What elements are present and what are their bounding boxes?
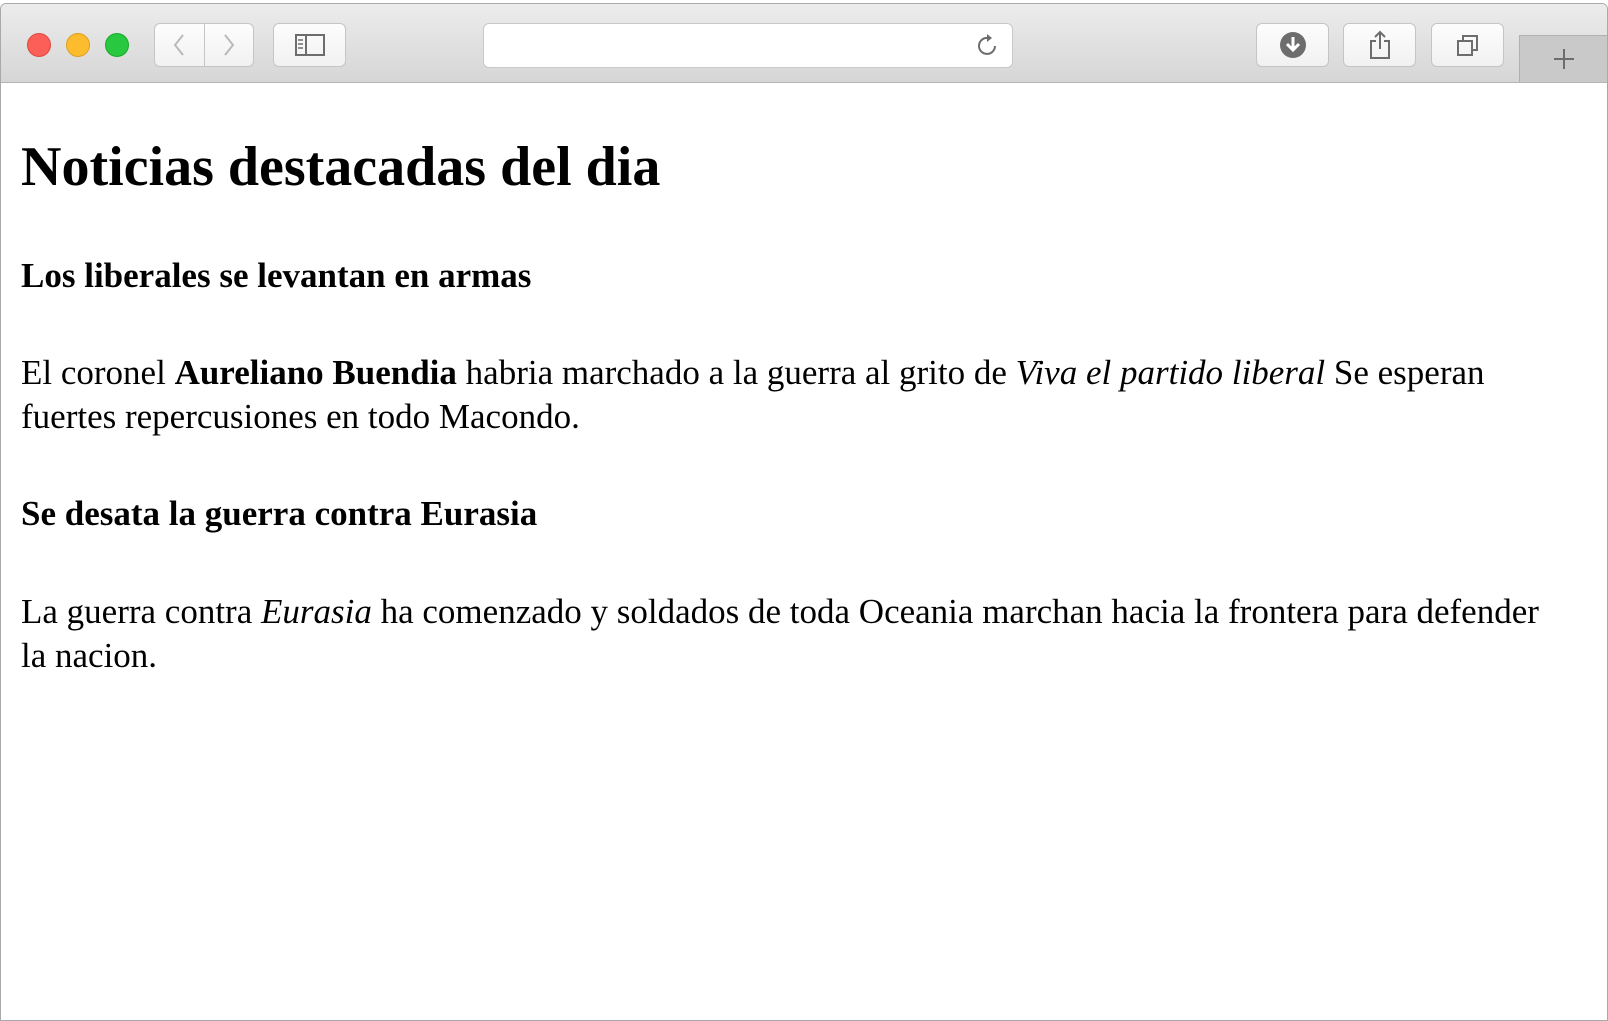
article-heading: Los liberales se levantan en armas — [21, 256, 532, 295]
sidebar-icon — [294, 34, 325, 56]
share-icon — [1369, 30, 1390, 59]
download-icon — [1279, 32, 1306, 58]
new-tab-button[interactable] — [1519, 35, 1607, 82]
chevron-right-icon — [223, 34, 235, 56]
downloads-button[interactable] — [1256, 23, 1329, 67]
share-button[interactable] — [1343, 23, 1416, 67]
minimize-window-button[interactable] — [66, 33, 90, 57]
plus-icon — [1553, 49, 1574, 69]
article-body: La guerra contra Eurasia ha comenzado y … — [21, 590, 1551, 678]
article-body: El coronel Aureliano Buendia habria marc… — [21, 351, 1551, 439]
tabs-overview-button[interactable] — [1431, 23, 1504, 67]
address-bar[interactable] — [483, 23, 1013, 68]
article-text: habria marchado a la guerra al grito de — [456, 353, 1016, 392]
article-text: La guerra contra — [21, 592, 261, 631]
chevron-left-icon — [173, 34, 185, 56]
article-italic-text: Viva el partido liberal — [1015, 353, 1326, 392]
zoom-window-button[interactable] — [105, 33, 129, 57]
sidebar-toggle-button[interactable] — [273, 23, 346, 67]
address-input[interactable] — [496, 32, 960, 60]
tabs-overview-icon — [1456, 35, 1478, 56]
page-title: Noticias destacadas del dia — [21, 136, 661, 198]
article-italic-text: Eurasia — [261, 592, 372, 631]
navigation-buttons — [154, 23, 254, 67]
browser-toolbar — [1, 4, 1607, 83]
reload-icon — [978, 34, 996, 55]
page-content: Noticias destacadas del dia Los liberale… — [1, 83, 1607, 1020]
browser-window: Noticias destacadas del dia Los liberale… — [0, 3, 1608, 1021]
forward-button[interactable] — [203, 24, 254, 66]
close-window-button[interactable] — [27, 33, 51, 57]
reload-button[interactable] — [974, 32, 1002, 60]
back-button[interactable] — [155, 24, 204, 66]
article-bold-text: Aureliano Buendia — [174, 353, 457, 392]
article-text: El coronel — [21, 353, 175, 392]
article-heading: Se desata la guerra contra Eurasia — [21, 494, 538, 533]
